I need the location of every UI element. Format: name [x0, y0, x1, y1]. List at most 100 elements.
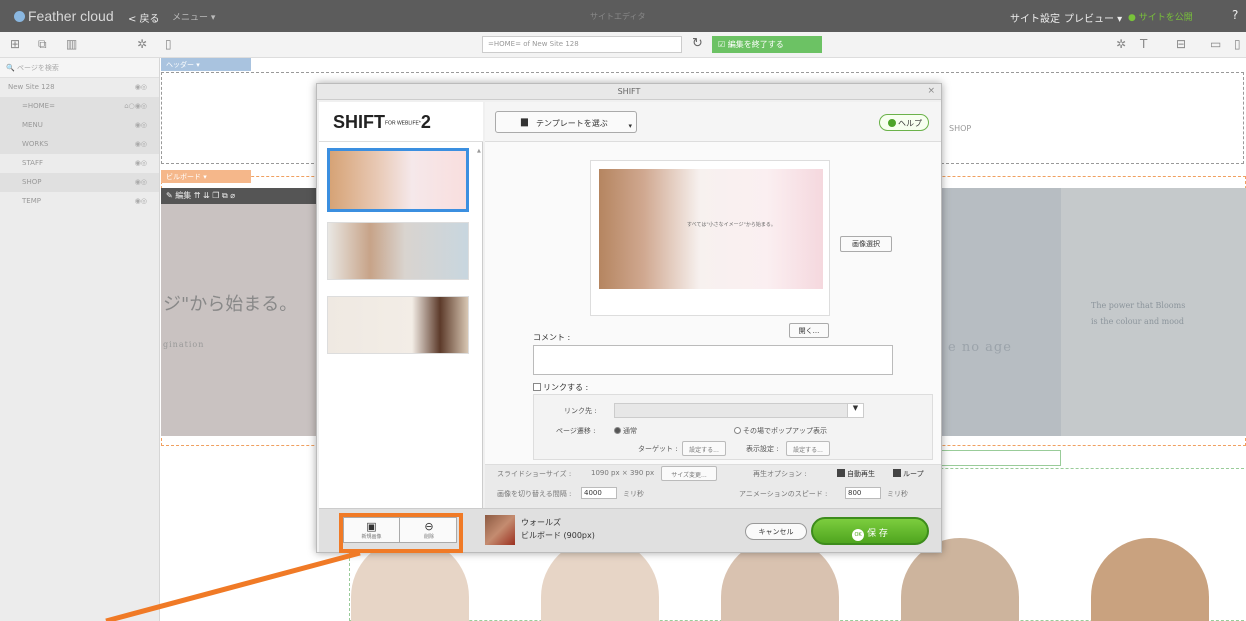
sidebar-item-works[interactable]: WORKS ◉◎ — [0, 135, 159, 154]
gear-icon[interactable]: ✲ — [137, 37, 147, 51]
transition-normal-radio[interactable]: 通常 — [614, 426, 637, 436]
visibility-icon[interactable]: ◉◎ — [135, 121, 147, 129]
sidebar-item-site[interactable]: New Site 128 ◉◎ — [0, 78, 159, 97]
photo-circle — [1091, 538, 1209, 621]
scroll-up-icon[interactable]: ▲ — [477, 148, 481, 154]
sidebar-item-home[interactable]: =HOME= ⌂○◉◎ — [0, 97, 159, 116]
open-button[interactable]: 開く... — [789, 323, 829, 338]
site-settings-button[interactable]: サイト設定 — [1010, 10, 1060, 25]
page-url-field[interactable]: =HOME= of New Site 128 — [482, 36, 682, 53]
transition-popup-radio[interactable]: その場でポップアップ表示 — [734, 426, 827, 436]
top-bar: Feather cloud < 戻る メニュー ▾ サイトエディタ サイト設定 … — [0, 0, 1246, 32]
desktop-icon[interactable]: ▭ — [1210, 37, 1221, 51]
visibility-icon[interactable]: ◉◎ — [135, 197, 147, 205]
sidebar-item-staff[interactable]: STAFF ◉◎ — [0, 154, 159, 173]
visibility-icon[interactable]: ◉◎ — [135, 140, 147, 148]
shift-dialog: SHIFT × SHIFTFOR WEBLIFE*2 ▆ テンプレートを選ぶ ▾… — [316, 83, 942, 553]
checkbox-icon — [893, 469, 901, 477]
slide-preview: すべては"小さなイメージ"から始まる。 — [590, 160, 830, 316]
slide-thumbnail-list: ▲ — [319, 142, 483, 508]
text-icon[interactable]: T — [1140, 37, 1147, 51]
link-checkbox[interactable]: リンクする : — [533, 382, 588, 393]
sidebar-item-menu[interactable]: MENU ◉◎ — [0, 116, 159, 135]
add-page-icon[interactable]: ⊞ — [10, 37, 20, 51]
copy-page-icon[interactable]: ⧉ — [38, 37, 47, 52]
settings-icon[interactable]: ✲ — [1116, 37, 1126, 51]
slide-thumbnail[interactable] — [327, 222, 469, 280]
sidebar-item-temp[interactable]: TEMP ◉◎ — [0, 192, 159, 211]
ok-icon: OK — [852, 529, 865, 541]
size-change-button[interactable]: サイズ変更... — [661, 466, 717, 481]
dialog-top-controls: ▆ テンプレートを選ぶ ▾ ヘルプ — [485, 102, 941, 142]
editor-toolbar: ⊞ ⧉ ▥ ✲ ▯ =HOME= of New Site 128 ↻ ☑ 編集を… — [0, 32, 1246, 58]
help-button[interactable]: ヘルプ — [879, 114, 929, 131]
visibility-icon[interactable]: ◉◎ — [135, 159, 147, 167]
display-setting-label: 表示設定 : — [746, 445, 779, 453]
home-icons[interactable]: ⌂○◉◎ — [124, 102, 147, 110]
page-search-input[interactable]: 🔍 ページを検索 — [0, 58, 159, 78]
billboard-headline: ジ"から始まる。 — [163, 294, 298, 315]
app-window: Feather cloud < 戻る メニュー ▾ サイトエディタ サイト設定 … — [0, 0, 1246, 621]
slideshow-settings: スライドショーサイズ : 1090 px × 390 px サイズ変更... 再… — [485, 464, 941, 508]
content-section-tab[interactable] — [941, 450, 1061, 466]
preview-button[interactable]: プレビュー ▾ — [1064, 10, 1122, 25]
header-section-tab[interactable]: ヘッダー ▾ — [161, 58, 251, 71]
page-sidebar: 🔍 ページを検索 New Site 128 ◉◎ =HOME= ⌂○◉◎ MENU ◉… — [0, 58, 160, 621]
interval-input[interactable]: 4000 — [581, 487, 617, 499]
chevron-down-icon[interactable]: ▼ — [847, 404, 863, 417]
comment-input[interactable] — [533, 345, 893, 375]
close-icon[interactable]: × — [927, 86, 935, 96]
nav-shop[interactable]: SHOP — [949, 124, 971, 133]
selected-template-thumbnail — [485, 515, 515, 545]
shift-logo: SHIFTFOR WEBLIFE*2 — [319, 102, 483, 142]
layout-icon[interactable]: ▯ — [165, 37, 172, 51]
chevron-down-icon: ▾ — [628, 122, 632, 130]
grid-icon[interactable]: ⊟ — [1176, 37, 1186, 51]
radio-icon — [734, 427, 741, 434]
template-select-button[interactable]: ▆ テンプレートを選ぶ ▾ — [495, 111, 637, 133]
interval-unit: ミリ秒 — [623, 490, 644, 498]
selected-template-size: ビルボード (900px) — [521, 531, 595, 540]
trash-icon[interactable]: ▥ — [66, 37, 77, 51]
checkbox-icon — [837, 469, 845, 477]
animation-speed-unit: ミリ秒 — [887, 490, 908, 498]
animation-speed-input[interactable]: 800 — [845, 487, 881, 499]
link-settings-panel: リンク先 : ▼ ページ遷移 : 通常 その場でポップアップ表示 ターゲット :… — [533, 394, 933, 460]
dialog-footer: ▣ 新規画像 ⊖ 削除 ウォールズ ビルボード (900px) キャンセル OK 保 … — [319, 508, 941, 553]
help-icon[interactable]: ? — [1232, 8, 1238, 22]
help-icon — [888, 119, 896, 127]
billboard-right-caption: The power that Blooms is the colour and … — [1091, 301, 1186, 326]
mobile-icon[interactable]: ▯ — [1234, 37, 1241, 51]
page-transition-label: ページ遷移 : — [556, 427, 596, 435]
loop-checkbox[interactable]: ループ — [893, 469, 924, 479]
autoplay-checkbox[interactable]: 自動再生 — [837, 469, 875, 479]
visibility-icon[interactable]: ◉◎ — [135, 178, 147, 186]
highlight-annotation-box — [339, 513, 463, 553]
billboard-right-text: e no age — [948, 340, 1012, 355]
image-select-button[interactable]: 画像選択 — [840, 236, 892, 252]
dialog-title: SHIFT — [317, 84, 941, 100]
template-icon: ▆ — [521, 117, 528, 127]
slide-thumbnail[interactable] — [327, 296, 469, 354]
visibility-icon[interactable]: ◉◎ — [135, 83, 147, 91]
reload-icon[interactable]: ↻ — [692, 36, 703, 51]
end-edit-button[interactable]: ☑ 編集を終了する — [712, 36, 822, 53]
interval-label: 画像を切り替える間隔 : — [497, 490, 572, 498]
publish-button[interactable]: ● サイトを公開 — [1128, 10, 1193, 23]
save-button[interactable]: OK 保 存 — [811, 517, 929, 545]
selected-template-name: ウォールズ — [521, 518, 561, 527]
display-setting-button[interactable]: 設定する... — [786, 441, 830, 456]
billboard-edit-tools[interactable]: ✎ 編集 ⇈ ⇊ ❐ ⧉ ⌀ — [161, 188, 318, 204]
link-target-select[interactable]: ▼ — [614, 403, 864, 418]
playback-option-label: 再生オプション : — [753, 470, 807, 478]
sidebar-item-shop[interactable]: SHOP ◉◎ — [0, 173, 159, 192]
target-setting-button[interactable]: 設定する... — [682, 441, 726, 456]
slide-thumbnail[interactable] — [327, 148, 469, 212]
menu-button[interactable]: メニュー ▾ — [172, 10, 215, 23]
back-button[interactable]: < 戻る — [128, 10, 160, 25]
slide-editor: すべては"小さなイメージ"から始まる。 画像選択 開く... コメント : リン… — [485, 142, 941, 508]
slideshow-size-value: 1090 px × 390 px — [591, 469, 655, 477]
billboard-section-tab[interactable]: ビルボード ▾ — [161, 170, 251, 183]
cancel-button[interactable]: キャンセル — [745, 523, 807, 540]
slideshow-size-label: スライドショーサイズ : — [497, 470, 572, 478]
